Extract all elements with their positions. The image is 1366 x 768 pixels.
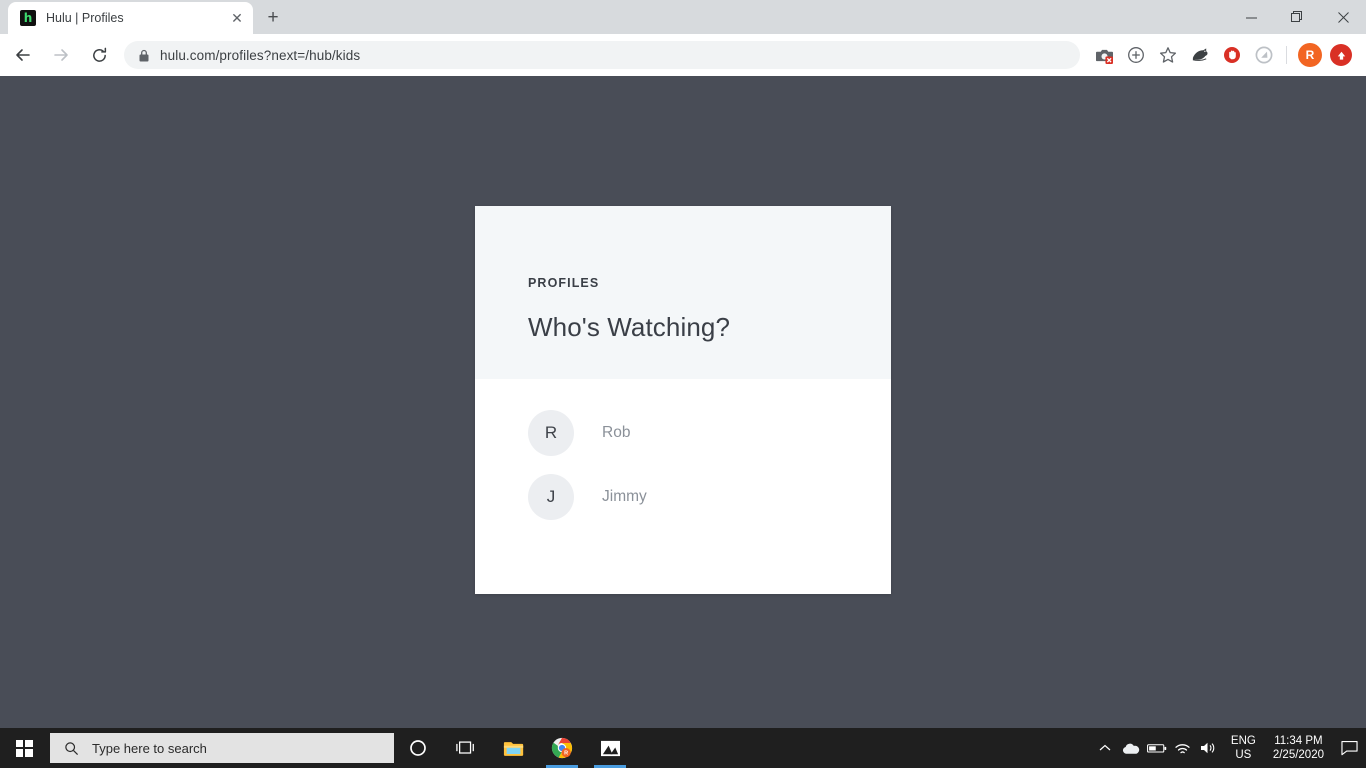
wifi-icon[interactable]	[1170, 728, 1196, 768]
close-window-button[interactable]	[1320, 0, 1366, 34]
avatar: J	[528, 474, 574, 520]
svg-text:R: R	[564, 751, 568, 757]
volume-icon[interactable]	[1196, 728, 1222, 768]
maximize-restore-button[interactable]	[1274, 0, 1320, 34]
address-bar[interactable]: hulu.com/profiles?next=/hub/kids	[124, 41, 1080, 69]
chrome-icon[interactable]: R	[538, 728, 586, 768]
page-viewport: PROFILES Who's Watching? R Rob J Jimmy	[0, 76, 1366, 728]
adblock-extension-icon[interactable]	[1219, 42, 1245, 68]
hulu-favicon-icon: h	[20, 10, 36, 26]
toolbar-divider	[1286, 46, 1287, 64]
list-item[interactable]: R Rob	[528, 410, 891, 456]
favicon-letter: h	[23, 11, 33, 25]
close-tab-icon[interactable]: ✕	[227, 8, 247, 28]
action-center-icon[interactable]	[1332, 728, 1366, 768]
reload-icon[interactable]	[84, 40, 114, 70]
clock[interactable]: 11:34 PM 2/25/2020	[1265, 734, 1332, 762]
tab-hulu-profiles[interactable]: h Hulu | Profiles ✕	[8, 2, 253, 34]
page-eyebrow: PROFILES	[528, 276, 600, 290]
new-tab-button[interactable]: +	[259, 4, 287, 32]
profile-name: Jimmy	[602, 488, 647, 505]
browser-toolbar: hulu.com/profiles?next=/hub/kids R	[0, 34, 1366, 76]
language-indicator[interactable]: ENG US	[1222, 734, 1265, 762]
search-placeholder: Type here to search	[92, 740, 207, 756]
profile-avatar-chip[interactable]: R	[1298, 43, 1322, 67]
avatar: R	[528, 410, 574, 456]
language-line-1: ENG	[1230, 735, 1256, 747]
back-arrow-icon[interactable]	[8, 40, 38, 70]
forward-arrow-icon	[46, 40, 76, 70]
windows-start-icon[interactable]	[0, 728, 48, 768]
photos-icon[interactable]	[586, 728, 634, 768]
battery-icon[interactable]	[1144, 728, 1170, 768]
tab-title: Hulu | Profiles	[46, 11, 124, 25]
profiles-card: PROFILES Who's Watching? R Rob J Jimmy	[475, 206, 891, 594]
task-view-icon[interactable]	[442, 728, 490, 768]
disabled-extension-icon[interactable]	[1251, 42, 1277, 68]
window-controls	[1228, 0, 1366, 34]
cortana-icon[interactable]	[394, 728, 442, 768]
card-header: PROFILES Who's Watching?	[475, 206, 891, 379]
update-chrome-button[interactable]	[1330, 44, 1352, 66]
minimize-button[interactable]	[1228, 0, 1274, 34]
windows-logo	[15, 739, 33, 757]
clock-time: 11:34 PM	[1274, 735, 1323, 747]
bookmark-star-icon[interactable]	[1155, 42, 1181, 68]
search-input[interactable]: Type here to search	[50, 733, 394, 763]
add-extension-icon[interactable]	[1123, 42, 1149, 68]
lock-icon	[138, 49, 150, 62]
tab-strip: h Hulu | Profiles ✕ +	[0, 0, 1366, 34]
profile-name: Rob	[602, 424, 631, 441]
profiles-list: R Rob J Jimmy	[475, 379, 891, 520]
bird-extension-icon[interactable]	[1187, 42, 1213, 68]
extension-toolbar: R	[1088, 42, 1366, 68]
list-item[interactable]: J Jimmy	[528, 474, 891, 520]
screenshot-extension-icon[interactable]	[1091, 42, 1117, 68]
url-text: hulu.com/profiles?next=/hub/kids	[160, 47, 361, 63]
search-icon	[65, 741, 79, 755]
onedrive-cloud-icon[interactable]	[1118, 728, 1144, 768]
file-explorer-icon[interactable]	[490, 728, 538, 768]
tray-chevron-up-icon[interactable]	[1092, 728, 1118, 768]
windows-taskbar: Type here to search R ENG US 11:34 PM 2/…	[0, 728, 1366, 768]
language-line-2: US	[1235, 749, 1252, 761]
system-tray: ENG US 11:34 PM 2/25/2020	[1092, 728, 1366, 768]
page-title: Who's Watching?	[528, 312, 731, 342]
clock-date: 2/25/2020	[1272, 749, 1324, 761]
